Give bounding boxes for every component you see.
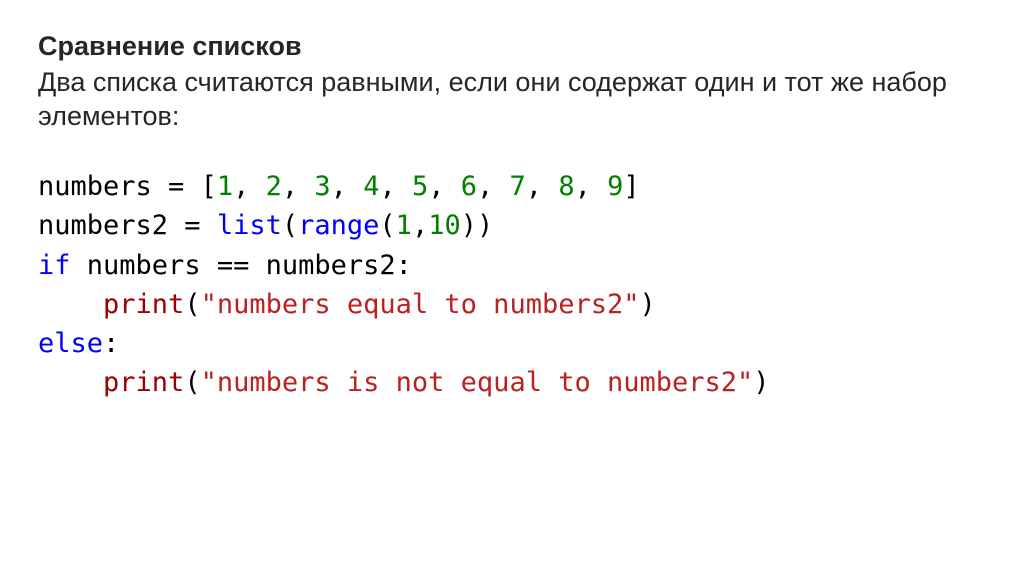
- number: 9: [607, 171, 623, 202]
- operator: ==: [201, 250, 266, 281]
- code-line-5: else:: [38, 328, 119, 359]
- builtin-list: list: [217, 210, 282, 241]
- code-line-1: numbers = [1, 2, 3, 4, 5, 6, 7, 8, 9]: [38, 171, 640, 202]
- number: 2: [266, 171, 282, 202]
- paren-close: ): [640, 289, 656, 320]
- function-print: print: [103, 367, 184, 398]
- indent: [38, 289, 103, 320]
- separator: ,: [428, 171, 461, 202]
- number: 7: [510, 171, 526, 202]
- string: numbers is not equal to numbers2: [217, 367, 737, 398]
- paren-close: ): [753, 367, 769, 398]
- bracket-open: [: [201, 171, 217, 202]
- code-line-2: numbers2 = list(range(1,10)): [38, 210, 493, 241]
- separator: ,: [282, 171, 315, 202]
- number: 8: [558, 171, 574, 202]
- identifier: numbers: [87, 250, 201, 281]
- number: 6: [461, 171, 477, 202]
- paren-close: ): [477, 210, 493, 241]
- slide-content: Сравнение списков Два списка считаются р…: [0, 0, 1024, 574]
- paren-close: ): [461, 210, 477, 241]
- keyword-else: else: [38, 328, 103, 359]
- paren-open: (: [184, 367, 200, 398]
- colon: :: [396, 250, 412, 281]
- number: 4: [363, 171, 379, 202]
- identifier: numbers2: [266, 250, 396, 281]
- identifier: numbers2: [38, 210, 168, 241]
- section-heading: Сравнение списков: [38, 30, 986, 64]
- number: 5: [412, 171, 428, 202]
- paren-open: (: [379, 210, 395, 241]
- comma: ,: [412, 210, 428, 241]
- indent: [38, 367, 103, 398]
- string-quote: ": [201, 367, 217, 398]
- function-print: print: [103, 289, 184, 320]
- builtin-range: range: [298, 210, 379, 241]
- identifier: numbers: [38, 171, 152, 202]
- separator: ,: [575, 171, 608, 202]
- string: numbers equal to numbers2: [217, 289, 623, 320]
- string-quote: ": [201, 289, 217, 320]
- keyword-if: if: [38, 250, 71, 281]
- number: 3: [314, 171, 330, 202]
- operator: =: [152, 171, 201, 202]
- code-line-3: if numbers == numbers2:: [38, 250, 412, 281]
- code-line-4: print("numbers equal to numbers2"): [38, 289, 656, 320]
- separator: ,: [526, 171, 559, 202]
- separator: ,: [379, 171, 412, 202]
- number: 10: [428, 210, 461, 241]
- string-quote: ": [623, 289, 639, 320]
- code-block: numbers = [1, 2, 3, 4, 5, 6, 7, 8, 9] nu…: [38, 167, 986, 402]
- paren-open: (: [184, 289, 200, 320]
- number: 1: [396, 210, 412, 241]
- intro-text: Два списка считаются равными, если они с…: [38, 66, 986, 134]
- separator: ,: [233, 171, 266, 202]
- colon: :: [103, 328, 119, 359]
- space: [71, 250, 87, 281]
- paren-open: (: [282, 210, 298, 241]
- operator: =: [168, 210, 217, 241]
- code-line-6: print("numbers is not equal to numbers2"…: [38, 367, 770, 398]
- number: 1: [217, 171, 233, 202]
- string-quote: ": [737, 367, 753, 398]
- separator: ,: [477, 171, 510, 202]
- bracket-close: ]: [623, 171, 639, 202]
- separator: ,: [331, 171, 364, 202]
